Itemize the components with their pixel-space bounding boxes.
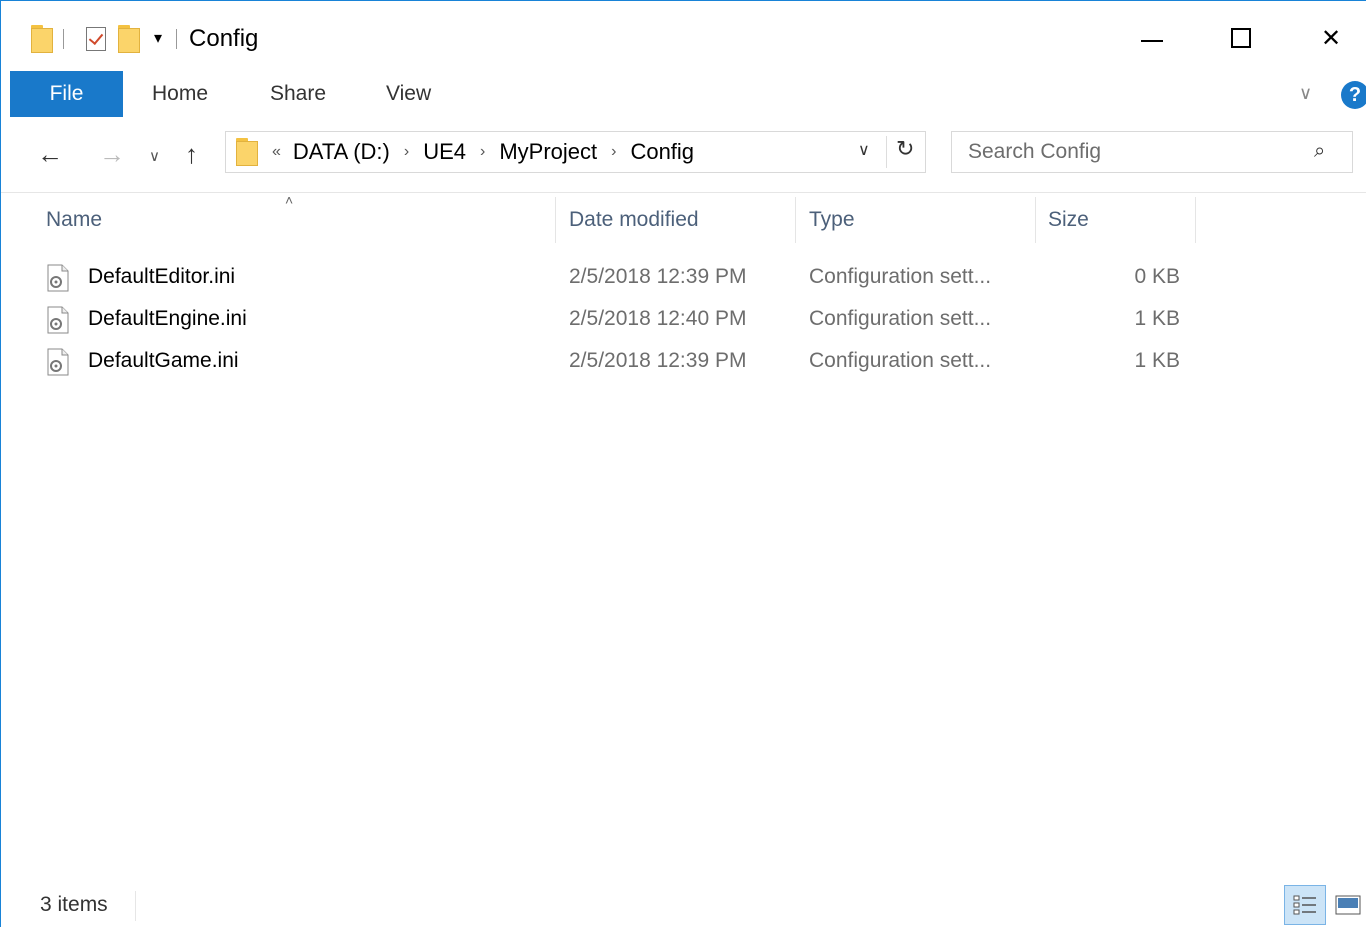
column-header-size[interactable]: Size (1048, 197, 1089, 243)
config-file-icon (47, 348, 69, 376)
help-icon[interactable]: ? (1341, 81, 1366, 109)
breadcrumb-data-drive[interactable]: DATA (D:) (293, 139, 390, 165)
config-file-icon (47, 264, 69, 292)
file-size: 0 KB (1134, 265, 1180, 288)
file-type: Configuration sett... (809, 265, 992, 288)
maximize-icon (1231, 28, 1251, 48)
large-icons-view-button[interactable] (1333, 891, 1363, 919)
navigation-bar: ← → ∨ ↑ « DATA (D:) › UE4 › MyProject › … (1, 117, 1366, 193)
column-header-name[interactable]: Name (46, 197, 102, 243)
column-divider[interactable] (1195, 197, 1196, 243)
status-divider (135, 891, 136, 921)
minimize-button[interactable] (1129, 15, 1175, 61)
folder-icon (31, 25, 53, 53)
minimize-icon (1141, 40, 1163, 42)
chevron-right-icon[interactable]: › (404, 143, 409, 161)
address-history-dropdown-icon[interactable]: ∨ (858, 140, 870, 160)
file-size: 1 KB (1134, 307, 1180, 330)
folder-icon (236, 138, 258, 166)
tab-view[interactable]: View (386, 71, 431, 117)
address-bar[interactable]: « DATA (D:) › UE4 › MyProject › Config ∨… (225, 131, 926, 173)
chevron-right-icon[interactable]: › (480, 143, 485, 161)
breadcrumb-config[interactable]: Config (630, 139, 694, 165)
properties-icon[interactable] (86, 27, 106, 51)
large-icons-view-icon (1335, 895, 1361, 915)
search-icon[interactable]: ⌕ (1314, 140, 1325, 163)
maximize-button[interactable] (1218, 15, 1264, 61)
file-row[interactable]: DefaultGame.ini 2/5/2018 12:39 PM Config… (41, 342, 1201, 382)
column-divider[interactable] (555, 197, 556, 243)
file-row[interactable]: DefaultEditor.ini 2/5/2018 12:39 PM Conf… (41, 258, 1201, 298)
tab-home[interactable]: Home (152, 71, 208, 117)
explorer-window: ▾ Config ✕ File Home Share View ∨ ? ← → … (0, 0, 1366, 928)
breadcrumb: « DATA (D:) › UE4 › MyProject › Config (272, 132, 694, 172)
search-placeholder: Search Config (968, 140, 1102, 163)
back-button[interactable]: ← (37, 139, 63, 170)
close-icon: ✕ (1320, 24, 1342, 52)
details-view-icon (1293, 895, 1316, 915)
tab-file[interactable]: File (10, 71, 123, 117)
up-button[interactable]: ↑ (185, 139, 198, 170)
new-folder-icon[interactable] (118, 25, 140, 53)
chevron-right-icon[interactable]: › (611, 143, 616, 161)
expand-ribbon-icon[interactable]: ∨ (1299, 83, 1312, 104)
config-file-icon (47, 306, 69, 334)
file-row[interactable]: DefaultEngine.ini 2/5/2018 12:40 PM Conf… (41, 300, 1201, 340)
file-name[interactable]: DefaultGame.ini (88, 349, 239, 373)
file-date: 2/5/2018 12:39 PM (569, 349, 747, 372)
breadcrumb-ue4[interactable]: UE4 (423, 139, 466, 165)
file-date: 2/5/2018 12:40 PM (569, 307, 747, 330)
ribbon-tabs: File Home Share View ∨ ? (1, 71, 1366, 118)
file-size: 1 KB (1134, 349, 1180, 372)
customize-toolbar-dropdown-icon[interactable]: ▾ (154, 31, 162, 47)
breadcrumb-myproject[interactable]: MyProject (499, 139, 597, 165)
column-divider[interactable] (1035, 197, 1036, 243)
file-date: 2/5/2018 12:39 PM (569, 265, 747, 288)
forward-button[interactable]: → (99, 139, 125, 170)
column-header-type[interactable]: Type (809, 197, 855, 243)
toolbar-separator (176, 29, 178, 49)
item-count: 3 items (40, 893, 108, 916)
window-title: Config (189, 25, 259, 52)
recent-locations-icon[interactable]: ∨ (149, 147, 160, 165)
status-bar: 3 items (1, 883, 1366, 928)
details-view-button[interactable] (1284, 885, 1326, 925)
breadcrumb-overflow-icon[interactable]: « (272, 143, 281, 161)
file-name[interactable]: DefaultEditor.ini (88, 265, 235, 289)
close-button[interactable]: ✕ (1308, 15, 1354, 61)
quick-access-toolbar: ▾ Config (31, 23, 258, 55)
tab-share[interactable]: Share (270, 71, 326, 117)
address-divider (886, 136, 887, 168)
column-header-date-modified[interactable]: Date modified (569, 197, 699, 243)
sort-ascending-icon: ˄ (285, 192, 294, 208)
column-divider[interactable] (795, 197, 796, 243)
search-input[interactable]: Search Config ⌕ (951, 131, 1353, 173)
refresh-icon[interactable]: ↻ (896, 136, 914, 162)
file-type: Configuration sett... (809, 307, 992, 330)
title-bar: ▾ Config ✕ (1, 1, 1366, 71)
file-name[interactable]: DefaultEngine.ini (88, 307, 247, 331)
toolbar-separator (63, 29, 64, 49)
file-type: Configuration sett... (809, 349, 992, 372)
